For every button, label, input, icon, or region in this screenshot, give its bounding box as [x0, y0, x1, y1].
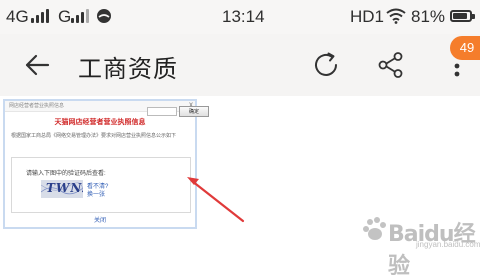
baidu-jingyan-watermark: Baidu经验 jingyan.baidu.com [360, 206, 480, 279]
paw-logo-icon [363, 217, 386, 240]
watermark-subtext: jingyan.baidu.com [416, 240, 480, 249]
